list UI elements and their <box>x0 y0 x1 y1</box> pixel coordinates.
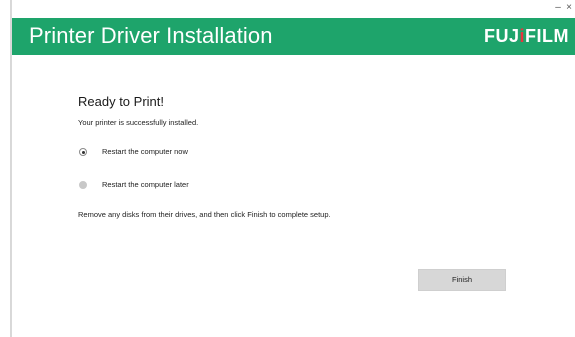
main-content: Ready to Print! Your printer is successf… <box>12 55 575 337</box>
section-heading: Ready to Print! <box>78 94 164 109</box>
restart-later-option[interactable]: Restart the computer later <box>79 179 189 191</box>
restart-now-option[interactable]: Restart the computer now <box>79 146 188 158</box>
radio-button-selected[interactable] <box>79 148 87 156</box>
close-button[interactable]: × <box>564 3 574 13</box>
finish-button[interactable]: Finish <box>418 269 506 291</box>
status-message: Your printer is successfully installed. <box>78 118 199 127</box>
header-banner: Printer Driver Installation FUJiFILM <box>12 18 575 55</box>
radio-button-unselected[interactable] <box>79 181 87 189</box>
logo-text-right: FILM <box>525 26 569 46</box>
fujifilm-logo: FUJiFILM <box>484 26 569 46</box>
restart-later-label[interactable]: Restart the computer later <box>102 180 189 190</box>
installer-window: – × Printer Driver Installation FUJiFILM… <box>11 0 575 337</box>
page-title: Printer Driver Installation <box>29 23 273 48</box>
instructions-text: Remove any disks from their drives, and … <box>78 210 331 219</box>
minimize-button[interactable]: – <box>553 3 563 13</box>
restart-now-label[interactable]: Restart the computer now <box>102 147 188 157</box>
logo-text-left: FUJ <box>483 26 520 46</box>
title-bar: – × <box>12 0 575 18</box>
